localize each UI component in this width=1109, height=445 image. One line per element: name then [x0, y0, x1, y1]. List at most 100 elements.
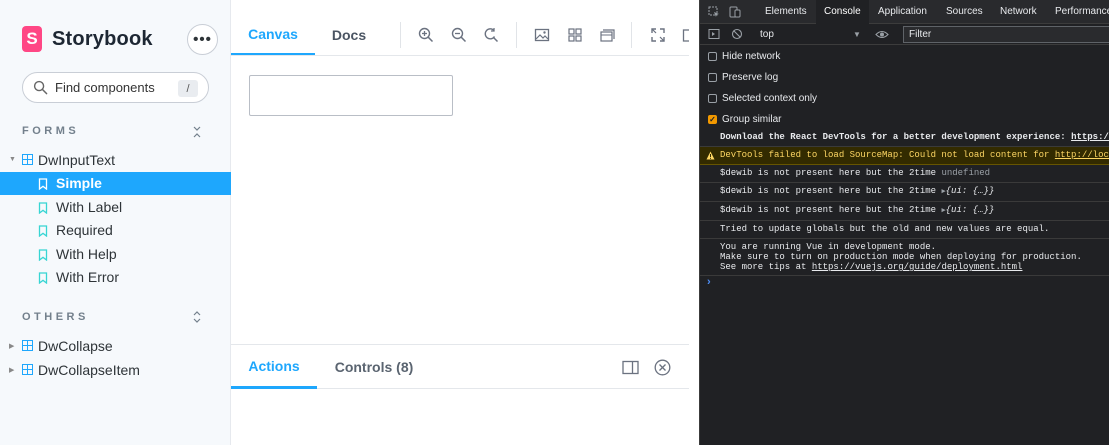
devtools-tab-sources[interactable]: Sources	[938, 0, 991, 24]
devtools-tab-elements[interactable]: Elements	[757, 0, 815, 24]
log-text: $dewib is not present here but the 2time	[720, 205, 942, 215]
option-label: Group similar	[722, 113, 782, 125]
console-filterbar: top ▼ Filter	[700, 24, 1109, 45]
option-hide-network[interactable]: Hide network	[708, 49, 780, 63]
console-message: You are running Vue in development mode.…	[700, 239, 1109, 276]
option-preserve-log[interactable]: Preserve log	[708, 70, 778, 84]
story-with-error[interactable]: With Error	[0, 266, 231, 289]
context-select[interactable]: top	[756, 26, 894, 43]
console-message: $dewib is not present here but the 2time…	[700, 202, 1109, 221]
story-label: Simple	[56, 175, 102, 191]
component-icon	[22, 364, 33, 375]
log-text: DevTools failed to load SourceMap: Could…	[720, 150, 1055, 160]
devtools-tab-console[interactable]: Console	[816, 0, 869, 24]
devtools-panel: Elements Console Application Sources Net…	[699, 0, 1109, 445]
story-required[interactable]: Required	[0, 219, 231, 242]
option-selected-context-only[interactable]: Selected context only	[708, 91, 817, 105]
background-icon[interactable]	[534, 27, 550, 43]
section-forms-title[interactable]: FORMS	[22, 125, 79, 137]
component-dwcollapse[interactable]: ▶ DwCollapse	[0, 334, 231, 357]
story-label: With Help	[56, 246, 117, 262]
log-text: See more tips at	[720, 262, 812, 272]
story-simple[interactable]: Simple	[0, 172, 231, 195]
log-link[interactable]: http://local	[1055, 150, 1109, 160]
search-input[interactable]: Find components /	[22, 72, 209, 103]
zoom-reset-icon[interactable]	[483, 27, 499, 43]
story-with-label[interactable]: With Label	[0, 196, 231, 219]
checkbox-checked[interactable]: ✓	[708, 114, 717, 124]
bookmark-icon	[38, 225, 48, 237]
brand-name: Storybook	[52, 27, 153, 50]
log-text: $dewib is not present here but the 2time	[720, 186, 942, 196]
story-label: With Error	[56, 269, 119, 285]
tab-controls[interactable]: Controls (8)	[317, 345, 431, 389]
story-label: Required	[56, 222, 113, 238]
device-toggle-icon[interactable]	[729, 6, 741, 18]
log-text: Download the React DevTools for a better…	[720, 132, 1072, 142]
search-shortcut-key: /	[178, 80, 198, 97]
canvas-preview	[231, 57, 689, 344]
log-text: $dewib is not present here but the 2time	[720, 168, 942, 178]
log-text: Make sure to turn on production mode whe…	[720, 252, 1082, 262]
collapsed-caret-icon: ▶	[9, 366, 15, 374]
component-dwcollapseitem[interactable]: ▶ DwCollapseItem	[0, 358, 231, 381]
bookmark-icon	[38, 202, 48, 214]
search-icon	[33, 80, 48, 95]
console-prompt[interactable]: ›	[700, 276, 1109, 292]
grid-icon[interactable]	[567, 27, 583, 43]
story-with-help[interactable]: With Help	[0, 243, 231, 266]
log-link[interactable]: https://vuejs.org/guide/deployment.html	[812, 262, 1023, 272]
bookmark-icon	[38, 272, 48, 284]
measure-icon[interactable]	[599, 27, 615, 43]
search-placeholder: Find components	[55, 80, 155, 95]
zoom-in-icon[interactable]	[418, 27, 434, 43]
console-warning: DevTools failed to load SourceMap: Could…	[700, 147, 1109, 165]
inspect-element-icon[interactable]	[708, 6, 720, 18]
fullscreen-icon[interactable]	[650, 27, 666, 43]
toolbar-divider	[400, 22, 401, 48]
storybook-logo-icon: S	[22, 26, 42, 52]
section-others-title[interactable]: OTHERS	[22, 311, 89, 323]
collapse-all-icon[interactable]	[192, 126, 202, 138]
sidebar-menu-button[interactable]: •••	[187, 24, 218, 55]
sidebar-toggle-icon[interactable]	[708, 28, 720, 40]
addon-tabs: Actions Controls (8)	[231, 345, 689, 389]
live-expression-eye-icon[interactable]	[875, 29, 889, 40]
close-panel-icon[interactable]	[654, 359, 671, 376]
devtools-tab-application[interactable]: Application	[870, 0, 935, 24]
new-tab-icon[interactable]	[682, 27, 689, 43]
checkbox[interactable]	[708, 51, 717, 61]
sidebar: S Storybook ••• Find components / FORMS …	[0, 0, 231, 445]
tab-actions[interactable]: Actions	[231, 345, 317, 389]
addons-panel: Actions Controls (8)	[231, 344, 689, 445]
tab-docs[interactable]: Docs	[315, 14, 383, 55]
expand-all-icon[interactable]	[192, 311, 202, 323]
option-group-similar[interactable]: ✓ Group similar	[708, 112, 781, 126]
option-label: Preserve log	[722, 71, 779, 83]
log-text: Tried to update globals but the old and …	[720, 224, 1050, 234]
log-object[interactable]: {ui: {…}}	[946, 186, 995, 196]
component-label: DwCollapse	[38, 337, 113, 354]
devtools-tab-performance[interactable]: Performance	[1047, 0, 1109, 24]
console-filter-input[interactable]: Filter	[903, 26, 1109, 43]
checkbox[interactable]	[708, 93, 717, 103]
panel-orientation-icon[interactable]	[622, 360, 639, 375]
component-label: DwInputText	[38, 151, 116, 168]
console-message: $dewib is not present here but the 2time…	[700, 165, 1109, 183]
warning-icon	[706, 151, 715, 160]
zoom-out-icon[interactable]	[451, 27, 467, 43]
clear-console-icon[interactable]	[731, 28, 743, 40]
component-label: DwCollapseItem	[38, 361, 140, 378]
log-object[interactable]: {ui: {…}}	[946, 205, 995, 215]
toolbar-divider	[516, 22, 517, 48]
brand[interactable]: S Storybook	[22, 25, 153, 53]
log-link[interactable]: https://f	[1071, 132, 1109, 142]
devtools-tab-network[interactable]: Network	[992, 0, 1045, 24]
expand-caret-icon: ▼	[9, 156, 16, 163]
collapsed-caret-icon: ▶	[9, 342, 15, 350]
component-dwinputtext[interactable]: ▼ DwInputText	[0, 148, 231, 171]
tab-canvas[interactable]: Canvas	[231, 14, 315, 55]
checkbox[interactable]	[708, 72, 717, 82]
dw-input-text-field[interactable]	[249, 75, 453, 116]
console-log-list: Download the React DevTools for a better…	[700, 129, 1109, 292]
